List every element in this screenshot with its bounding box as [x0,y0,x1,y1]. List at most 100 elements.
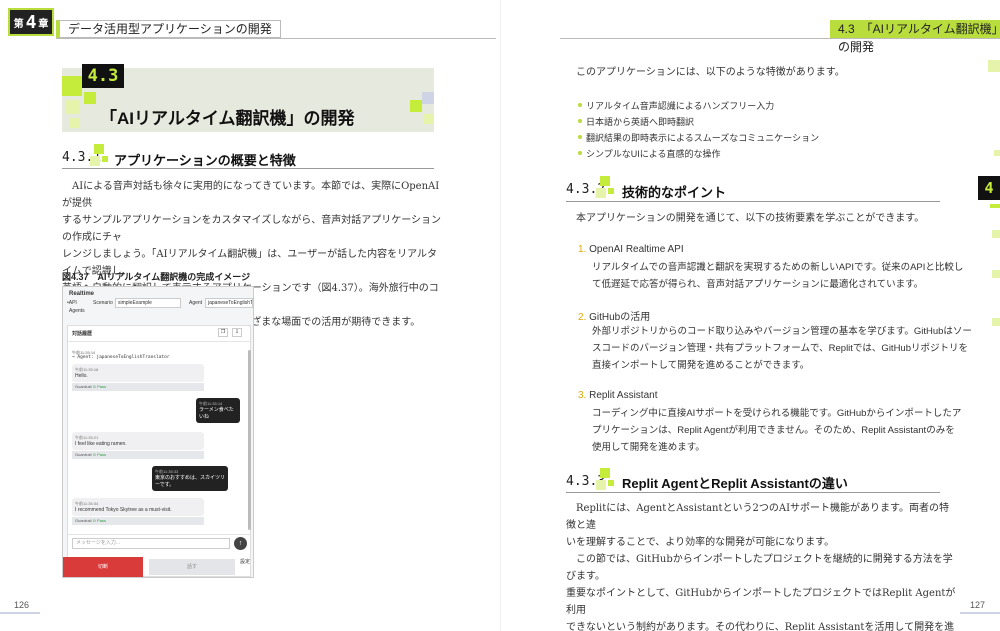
guardrail-label: Guardrail [75,518,92,523]
message-time: 午前11:35:33 [155,469,179,474]
section-number: 4.3 [82,64,124,88]
agent-label: Agent [189,300,203,306]
deco-pixel [992,230,1000,238]
deco-pixel [992,270,1000,278]
point-heading: 2. GitHubの活用 [578,308,650,323]
header-rule-left [56,38,496,39]
message-time: 午前11:35:14 [199,401,223,406]
guardrail-label: Guardrail [75,384,92,389]
running-section-title: 4.3 「AIリアルタイム翻訳機」の開発 [830,20,1000,54]
subsection-rule [62,168,434,169]
subsection-rule [566,492,940,493]
bullet-icon [578,119,582,123]
point-number: 2. [578,312,587,323]
message-time: 午前11:35:18 [75,367,99,372]
chapter-number: 4 [25,11,37,33]
deco-pixel [422,92,434,104]
paragraph-line: 重要なポイントとして、GitHubからインポートしたプロジェクトではReplit… [566,588,956,616]
deco-pixel [424,114,434,124]
page-number-right: 127 [970,600,986,610]
message-time: 午前11:35:21 [75,435,99,440]
feature-item: 日本語から英語へ即時翻訳 [586,117,695,127]
point-line: 使用して開発を進めます。 [592,442,705,453]
subsection-title: Replit AgentとReplit Assistantの違い [622,476,848,491]
point-line: プリケーションは、Replit Agentが利用できません。そのため、Repli… [592,425,955,436]
paragraph-line: するサンプルアプリケーションをカスタマイズしながら、音声対話アプリケーションの作… [62,215,441,243]
message-assistant: 午前11:35:33 東京のおすすめは、スカイツリーです。 [152,466,228,491]
guardrail-status: Pass [97,518,106,523]
point-line: コーディング中に直接AIサポートを受けられる機能です。GitHubからインポート… [592,408,962,419]
footer-rule-left [0,612,40,614]
panel-title: 対話履歴 [72,331,93,337]
panel-divider [68,534,250,535]
deco-pixel [62,76,82,96]
log-agent: → Agent: japaneseToEnglishTranslator [72,355,170,360]
bullet-icon [578,151,582,155]
point-title: OpenAI Realtime API [589,244,684,255]
deco-pixel [600,468,610,478]
deco-pixel [410,100,422,112]
page-gutter [500,0,501,631]
paragraph-line: AIによる音声対話も徐々に実用的になってきています。本節では、実際にOpenAI… [62,181,440,209]
paragraph-line: できないという制約があります。その代わりに、Replit Assistantを活… [566,622,955,631]
agent-select[interactable]: japaneseToEnglishT [205,298,253,308]
settings-button[interactable]: 設定 [239,559,251,575]
scenario-label: Scenario [93,300,113,306]
message-input[interactable]: メッセージを入力... [72,538,230,549]
message-text: ラーメン食べたいね [199,407,234,420]
guardrail-status: Pass [97,452,106,457]
point-heading: 3. Replit Assistant [578,390,658,401]
message-user: 午前11:35:34 I recommend Tokyo Skytree as … [72,498,204,516]
message-text: I recommend Tokyo Skytree as a must-visi… [75,507,172,513]
paragraph-line: この節では、GitHubからインポートしたプロジェクトを継続的に開発する方法を学… [566,554,953,582]
deco-pixel [66,100,80,114]
message-time: 午前11:35:34 [75,501,99,506]
paragraph-line: Replitには、AgentとAssistantという2つのAIサポート機能があ… [566,503,950,531]
paragraph-line: いを理解することで、より効率的な開発が可能になります。 [566,537,835,548]
chapter-prefix: 第 [13,18,24,30]
disconnect-button[interactable]: 切断 [63,557,143,577]
guardrail-label: Guardrail [75,452,92,457]
scenario-select[interactable]: simpleExample [115,298,181,308]
point-line: スコードのバージョン管理・共有プラットフォームで、Replitでは、GitHub… [592,343,969,354]
chapter-title: データ活用型アプリケーションの開発 [56,20,281,38]
footer-rule-right [960,612,1000,614]
bullet-icon [578,103,582,107]
talk-button[interactable]: 話す [149,559,235,575]
check-icon: ⊙ [92,384,96,389]
header-rule-right [560,38,1000,39]
deco-pixel [600,176,610,186]
copy-icon[interactable]: ❐ [218,328,228,337]
deco-pixel [70,118,80,128]
app-screenshot: Realtime •API Agents Scenario simpleExam… [62,286,254,578]
section-title: 「AIリアルタイム翻訳機」の開発 [100,109,355,128]
check-icon: ⊙ [92,452,96,457]
subsection-rule [566,201,940,202]
point-body: 外部リポジトリからのコード取り込みやバージョン管理の基本を学びます。GitHub… [592,323,972,374]
chapter-side-tab: 4 [978,176,1000,200]
scrollbar[interactable] [248,350,251,530]
deco-pixel [608,188,614,194]
feature-intro: このアプリケーションには、以下のような特徴があります。 [576,67,845,78]
tech-intro: 本アプリケーションの開発を通じて、以下の技術要素を学ぶことができます。 [576,213,925,224]
guardrail-status: Pass [97,384,106,389]
message-text: Hello. [75,373,88,379]
page-number-left: 126 [14,600,30,610]
send-button[interactable]: ↑ [234,537,247,550]
message-text: I feel like eating ramen. [75,441,127,447]
download-icon[interactable]: ⇩ [232,328,242,337]
api-label: •API [67,300,77,306]
point-heading: 1. OpenAI Realtime API [578,244,684,255]
subsection-title: アプリケーションの概要と特徴 [114,153,296,168]
guardrail-row: Guardrail ⊙ Pass [72,383,204,391]
deco-pixel [988,60,1000,72]
feature-item: 翻訳結果の即時表示によるスムーズなコミュニケーション [586,133,820,143]
point-line: 直接インポートして開発を進めることができます。 [592,360,810,371]
point-title: GitHubの活用 [589,312,651,323]
point-number: 3. [578,390,587,401]
deco-pixel [90,156,100,166]
feature-item: シンプルなUIによる直感的な操作 [586,149,721,159]
message-user: 午前11:35:18 Hello. [72,364,204,382]
point-line: リアルタイムでの音声認識と翻訳を実現するための新しいAPIです。従来のAPIと比… [592,262,964,273]
deco-pixel [84,92,96,104]
